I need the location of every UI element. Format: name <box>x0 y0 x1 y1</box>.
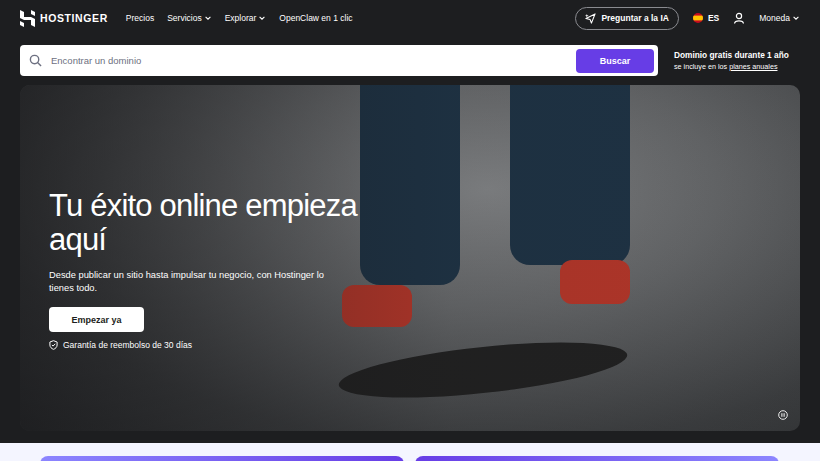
nav-link-label[interactable]: OpenClaw en 1 clic <box>279 13 352 23</box>
currency-label[interactable]: Moneda <box>759 13 790 23</box>
nav-link[interactable]: OpenClaw en 1 clic <box>279 13 352 23</box>
hero-subtitle: Desde publicar un sitio hasta impulsar t… <box>49 269 334 295</box>
lower-section <box>0 443 820 461</box>
domain-promo: Dominio gratis durante 1 añose incluye e… <box>674 49 800 73</box>
user-icon[interactable] <box>733 12 745 24</box>
nav-right: Preguntar a la IA ES Moneda <box>575 7 800 30</box>
spain-flag-icon <box>693 13 703 23</box>
promo-text: se incluye en los <box>674 62 727 71</box>
logo-text[interactable]: HOSTINGER <box>40 12 108 24</box>
nav-link[interactable]: Servicios <box>167 13 211 23</box>
chevron-down-icon <box>204 14 212 22</box>
nav-link[interactable]: Precios <box>126 13 154 23</box>
top-nav: HOSTINGER Precios Servicios Explorar OpenCla… <box>0 0 820 36</box>
hero-banner: Tu éxito online empieza aquí Desde public… <box>20 85 800 431</box>
feature-card[interactable] <box>415 456 779 461</box>
annual-plans-link[interactable]: planes anuales <box>729 62 777 71</box>
ask-ai-button[interactable]: Preguntar a la IA <box>575 7 679 30</box>
language-label[interactable]: ES <box>708 13 719 23</box>
video-overlay <box>20 85 800 431</box>
search-row: Buscar Dominio gratis durante 1 añose inc… <box>0 36 820 76</box>
feature-card[interactable] <box>40 456 404 461</box>
hero-content: Tu éxito online empieza aquí Desde public… <box>49 189 379 350</box>
sparkle-send-icon <box>585 13 596 24</box>
ask-ai-label[interactable]: Preguntar a la IA <box>601 13 669 23</box>
pause-icon[interactable] <box>778 410 788 420</box>
shield-check-icon <box>49 340 58 350</box>
search-icon <box>29 54 42 67</box>
search-button[interactable]: Buscar <box>576 49 654 73</box>
domain-search-input[interactable] <box>49 54 569 67</box>
chevron-down-icon <box>792 14 800 22</box>
language-selector[interactable]: ES <box>693 13 719 23</box>
guarantee: Garantía de reembolso de 30 días <box>49 340 379 350</box>
guarantee-text: Garantía de reembolso de 30 días <box>63 340 192 350</box>
currency-selector[interactable]: Moneda <box>759 13 800 23</box>
nav-link-label[interactable]: Precios <box>126 13 154 23</box>
nav-link-label[interactable]: Explorar <box>225 13 257 23</box>
hero-title: Tu éxito online empieza aquí <box>49 189 379 257</box>
promo-title: Dominio gratis durante 1 año <box>674 49 800 61</box>
nav-link[interactable]: Explorar <box>225 13 267 23</box>
hostinger-logo-icon <box>20 10 35 27</box>
logo[interactable]: HOSTINGER <box>20 10 108 27</box>
domain-search: Buscar <box>20 45 658 76</box>
start-button[interactable]: Empezar ya <box>49 307 144 332</box>
promo-line: se incluye en los planes anuales <box>674 61 800 73</box>
chevron-down-icon <box>258 14 266 22</box>
nav-link-label[interactable]: Servicios <box>167 13 201 23</box>
nav-links: Precios Servicios Explorar OpenClaw en 1 cl… <box>126 13 353 23</box>
